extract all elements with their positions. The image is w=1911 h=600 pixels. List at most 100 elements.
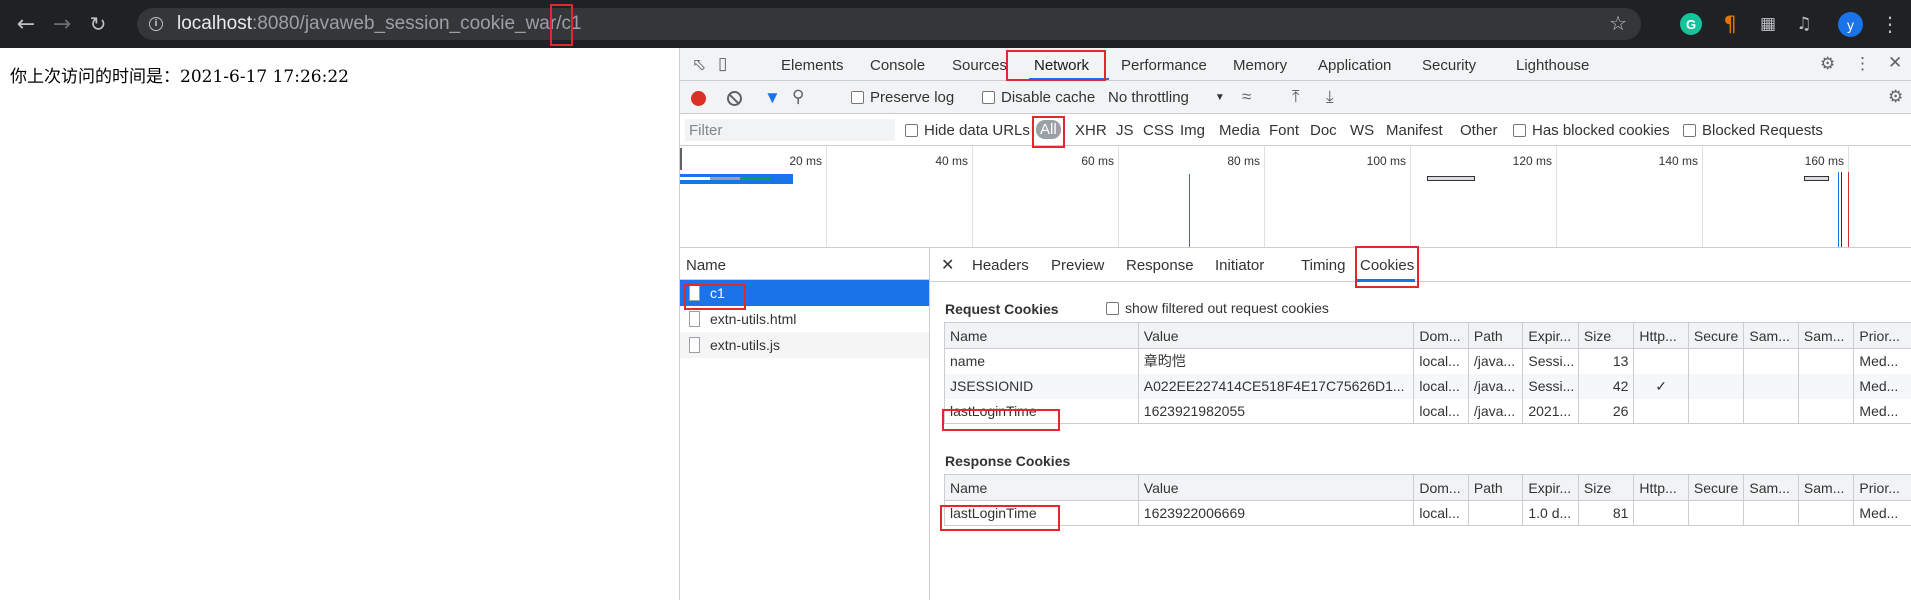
export-icon[interactable]: ⤓ xyxy=(1326,87,1334,107)
type-filter-ws[interactable]: WS xyxy=(1350,122,1374,139)
list-item[interactable]: extn-utils.js xyxy=(680,332,929,358)
list-item[interactable]: extn-utils.html xyxy=(680,306,929,332)
type-filter-font[interactable]: Font xyxy=(1269,122,1299,139)
inspect-element-icon[interactable]: ⬁ xyxy=(692,55,706,75)
tab-network[interactable]: Network xyxy=(1034,57,1089,74)
column-header[interactable]: Name xyxy=(944,474,1139,501)
search-icon[interactable]: ⚲ xyxy=(792,87,804,107)
blocked-requests-toggle[interactable]: Blocked Requests xyxy=(1683,122,1823,139)
tab-sources[interactable]: Sources xyxy=(952,57,1007,74)
checkbox-icon[interactable] xyxy=(1106,301,1119,315)
pilcrow-icon[interactable]: ¶ xyxy=(1716,10,1744,38)
column-header[interactable]: Dom... xyxy=(1413,322,1469,349)
column-header[interactable]: Value xyxy=(1137,322,1415,349)
list-item[interactable]: c1 xyxy=(680,280,929,306)
tab-initiator[interactable]: Initiator xyxy=(1215,257,1264,274)
show-filtered-toggle[interactable]: show filtered out request cookies xyxy=(1106,300,1329,316)
table-row[interactable]: lastLoginTime 1623922006669 local... 1.0 d.… xyxy=(944,500,1911,526)
media-queue-icon[interactable]: ♫ xyxy=(1790,10,1818,38)
checkbox-icon[interactable] xyxy=(851,91,864,104)
column-header[interactable]: Name xyxy=(944,322,1139,349)
table-row[interactable]: lastLoginTime 1623921982055 local.../java.… xyxy=(944,398,1911,424)
checkbox-icon[interactable] xyxy=(1683,124,1696,137)
type-filter-other[interactable]: Other xyxy=(1460,122,1498,139)
close-icon[interactable]: ✕ xyxy=(1888,53,1902,73)
column-header[interactable]: Http... xyxy=(1633,474,1689,501)
type-filter-manifest[interactable]: Manifest xyxy=(1386,122,1443,139)
clear-icon[interactable] xyxy=(727,91,742,106)
tab-elements[interactable]: Elements xyxy=(781,57,844,74)
column-header[interactable]: Secure xyxy=(1687,474,1745,501)
column-header[interactable]: Value xyxy=(1137,474,1415,501)
preserve-log-toggle[interactable]: Preserve log xyxy=(851,89,954,106)
forward-arrow-icon[interactable]: → xyxy=(44,6,80,42)
checkbox-icon[interactable] xyxy=(1513,124,1526,137)
column-header[interactable]: Dom... xyxy=(1413,474,1469,501)
type-filter-xhr[interactable]: XHR xyxy=(1075,122,1107,139)
table-cell: Med... xyxy=(1853,348,1911,374)
grammarly-icon[interactable]: G xyxy=(1680,13,1702,35)
device-toolbar-icon[interactable]: ▯ xyxy=(718,54,727,74)
type-filter-media[interactable]: Media xyxy=(1219,122,1260,139)
address-bar[interactable]: i localhost:8080/javaweb_session_cookie_… xyxy=(137,8,1641,40)
checkbox-icon[interactable] xyxy=(982,91,995,104)
column-header[interactable]: Path xyxy=(1467,474,1524,501)
url-text[interactable]: localhost:8080/javaweb_session_cookie_wa… xyxy=(177,13,582,35)
name-column-header[interactable]: Name xyxy=(680,248,929,280)
tab-timing[interactable]: Timing xyxy=(1301,257,1345,274)
column-header[interactable]: Size xyxy=(1577,322,1635,349)
tab-cookies[interactable]: Cookies xyxy=(1360,257,1414,274)
close-icon[interactable]: ✕ xyxy=(941,255,954,275)
more-vert-icon[interactable]: ⋮ xyxy=(1880,12,1900,36)
table-row[interactable]: name 章昀恺 local.../java... Sessi... 13 Med... xyxy=(944,348,1911,374)
column-header[interactable]: Expir... xyxy=(1522,322,1579,349)
hide-data-urls-toggle[interactable]: Hide data URLs xyxy=(905,122,1030,139)
more-vert-icon[interactable]: ⋮ xyxy=(1854,54,1871,74)
checkbox-icon[interactable] xyxy=(905,124,918,137)
gear-icon[interactable]: ⚙ xyxy=(1820,54,1835,74)
column-header[interactable]: Path xyxy=(1467,322,1524,349)
has-blocked-cookies-toggle[interactable]: Has blocked cookies xyxy=(1513,122,1670,139)
column-header[interactable]: Sam... xyxy=(1797,474,1855,501)
reload-icon[interactable]: ↻ xyxy=(80,6,116,42)
column-header[interactable]: Size xyxy=(1577,474,1635,501)
wifi-settings-icon[interactable]: ≈ xyxy=(1242,87,1251,107)
type-filter-all[interactable]: All xyxy=(1036,120,1061,139)
column-header[interactable]: Sam... xyxy=(1743,322,1799,349)
column-header[interactable]: Expir... xyxy=(1522,474,1579,501)
disable-cache-toggle[interactable]: Disable cache xyxy=(982,89,1095,106)
back-arrow-icon[interactable]: ← xyxy=(8,6,44,42)
tab-console[interactable]: Console xyxy=(870,57,925,74)
filter-input[interactable] xyxy=(685,119,895,141)
column-header[interactable]: Prior... xyxy=(1853,474,1911,501)
devtools-tabbar: ⬁ ▯ Elements Console Sources Network Per… xyxy=(680,48,1911,81)
tab-response[interactable]: Response xyxy=(1126,257,1194,274)
tab-preview[interactable]: Preview xyxy=(1051,257,1104,274)
record-icon[interactable] xyxy=(691,91,706,106)
puzzle-icon[interactable]: ▦ xyxy=(1754,10,1782,38)
type-filter-js[interactable]: JS xyxy=(1116,122,1134,139)
tab-application[interactable]: Application xyxy=(1318,57,1391,74)
column-header[interactable]: Sam... xyxy=(1797,322,1855,349)
type-filter-css[interactable]: CSS xyxy=(1143,122,1174,139)
tab-performance[interactable]: Performance xyxy=(1121,57,1207,74)
tab-lighthouse[interactable]: Lighthouse xyxy=(1516,57,1589,74)
import-icon[interactable]: ⤒ xyxy=(1292,87,1300,107)
network-overview-timeline[interactable]: 20 ms 40 ms 60 ms 80 ms 100 ms 120 ms 14… xyxy=(680,146,1911,248)
info-icon[interactable]: i xyxy=(149,17,163,31)
star-icon[interactable]: ☆ xyxy=(1609,11,1627,35)
tab-memory[interactable]: Memory xyxy=(1233,57,1287,74)
table-row[interactable]: JSESSIONID A022EE227414CE518F4E17C75626D1… xyxy=(944,373,1911,399)
avatar[interactable]: y xyxy=(1838,12,1863,37)
filter-icon[interactable]: ▼ xyxy=(764,88,781,108)
gear-icon[interactable]: ⚙ xyxy=(1888,87,1903,107)
column-header[interactable]: Http... xyxy=(1633,322,1689,349)
throttling-select[interactable]: No throttling ▼ xyxy=(1108,89,1225,106)
tab-headers[interactable]: Headers xyxy=(972,257,1029,274)
tab-security[interactable]: Security xyxy=(1422,57,1476,74)
type-filter-doc[interactable]: Doc xyxy=(1310,122,1337,139)
column-header[interactable]: Secure xyxy=(1687,322,1745,349)
column-header[interactable]: Prior... xyxy=(1853,322,1911,349)
column-header[interactable]: Sam... xyxy=(1743,474,1799,501)
type-filter-img[interactable]: Img xyxy=(1180,122,1205,139)
